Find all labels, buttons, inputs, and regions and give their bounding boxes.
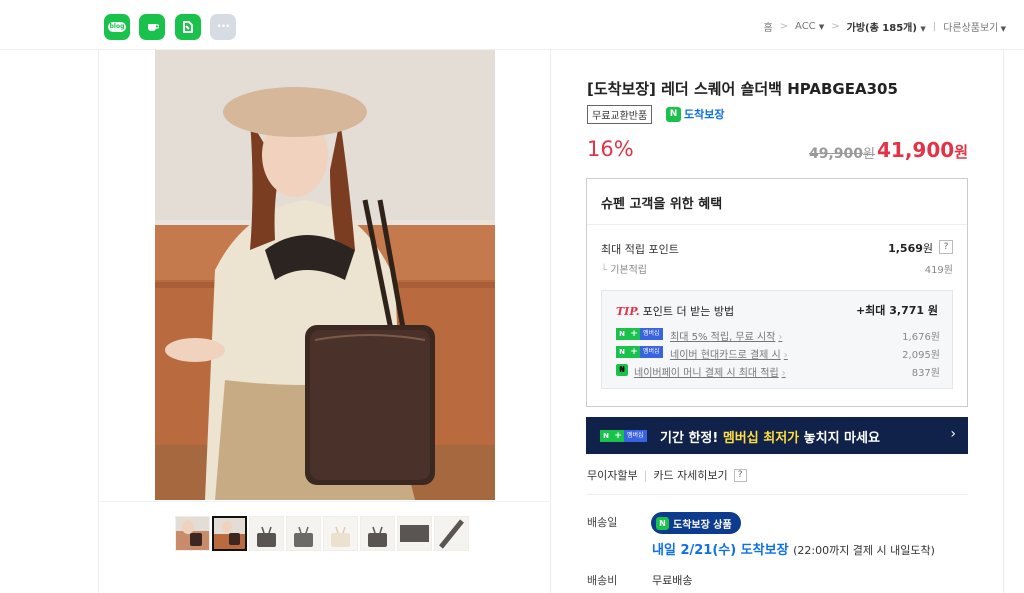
tip-amount: 1,676원: [902, 332, 940, 343]
thumbnail[interactable]: [397, 516, 432, 551]
section-divider: [586, 494, 968, 495]
tip-amount: 837원: [911, 368, 940, 379]
tip-amount: 2,095원: [902, 350, 940, 361]
main-product-image[interactable]: [155, 50, 495, 500]
breadcrumb-acc[interactable]: ACC ▼: [795, 21, 824, 32]
product-info: [도착보장] 레더 스퀘어 숄더백 HPABGEA305 무료교환반품 N 도착…: [551, 50, 1004, 593]
basic-points-value: 419원: [924, 265, 953, 276]
shipping-fee-value: 무료배송: [652, 574, 693, 587]
thumbnail[interactable]: [249, 516, 284, 551]
tip-row-hyundai-card[interactable]: N + 멤버십 네이버 현대카드로 결제 시 › 2,095원: [616, 346, 940, 361]
tip-box: TIP. 포인트 더 받는 방법 +최대 3,771 원 N + 멤버십 최대 5% …: [601, 290, 953, 389]
membership-badge: N + 멤버십: [616, 328, 663, 340]
tip-link[interactable]: 네이버 현대카드로 결제 시 ›: [670, 346, 788, 361]
tip-row-membership[interactable]: N + 멤버십 최대 5% 적립, 무료 시작 › 1,676원: [616, 328, 940, 343]
gallery-divider: [99, 501, 551, 502]
tip-title: TIP. 포인트 더 받는 방법: [616, 305, 735, 318]
divider: |: [643, 468, 648, 482]
more-share-icon[interactable]: •••: [210, 14, 236, 40]
blog-share-label: blog: [107, 22, 127, 32]
band-share-icon[interactable]: [175, 14, 201, 40]
product-title: [도착보장] 레더 스퀘어 숄더백 HPABGEA305: [587, 80, 898, 98]
payment-info: 무이자할부 | 카드 자세히보기 ?: [587, 467, 747, 483]
arrival-guarantee-pill: N 도착보장 상품: [651, 512, 741, 534]
other-products-link[interactable]: 다른상품보기 ▼: [943, 19, 1006, 34]
chevron-right-icon: ›: [781, 368, 786, 379]
membership-badge: N + 멤버십: [600, 429, 647, 442]
chevron-down-icon: ▼: [998, 25, 1006, 33]
thumbnail-strip: [175, 516, 469, 551]
chevron-down-icon: ▼: [818, 23, 825, 31]
benefit-divider: [587, 224, 967, 225]
product-gallery: [98, 50, 551, 593]
naver-n-icon: N: [666, 106, 681, 122]
tip-max-points: +최대 3,771 원: [855, 304, 938, 317]
thumbnail[interactable]: [323, 516, 358, 551]
basic-points-label: └ 기본적립: [601, 265, 648, 276]
tip-link[interactable]: 최대 5% 적립, 무료 시작 ›: [670, 328, 782, 343]
benefit-title: 슈펜 고객을 위한 혜택: [601, 197, 723, 212]
sale-price: 41,900원: [877, 138, 968, 162]
chevron-right-icon: ›: [778, 332, 783, 343]
discount-rate: 16%: [587, 137, 634, 161]
max-points-label: 최대 적립 포인트: [601, 243, 679, 256]
chevron-down-icon: ▼: [920, 25, 926, 33]
chevron-right-icon: ›: [783, 350, 788, 361]
membership-banner[interactable]: N + 멤버십 기간 한정! 멤버십 최저가 놓치지 마세요 ›: [586, 417, 968, 454]
blog-share-icon[interactable]: blog: [104, 14, 130, 40]
naverpay-icon: ₦: [616, 364, 628, 376]
thumbnail[interactable]: [434, 516, 469, 551]
tip-link[interactable]: 네이버페이 머니 결제 시 최대 적립 ›: [634, 364, 786, 379]
free-return-badge: 무료교환반품: [587, 105, 653, 124]
help-icon[interactable]: ?: [939, 240, 953, 254]
thumbnail-selected[interactable]: [212, 516, 247, 551]
shipping-date: 내일 2/21(수) 도착보장 (22:00까지 결제 시 내일도착): [652, 543, 935, 558]
breadcrumb-home[interactable]: 홈: [763, 19, 772, 34]
arrival-guarantee-badge: N 도착보장: [666, 106, 724, 122]
benefit-box: 슈펜 고객을 위한 혜택 최대 적립 포인트 1,569원 ? └ 기본적립 4…: [586, 178, 968, 407]
banner-text: 기간 한정! 멤버십 최저가 놓치지 마세요: [660, 431, 880, 446]
shipping-fee-label: 배송비: [587, 574, 618, 587]
more-share-label: •••: [216, 22, 231, 32]
chevron-right-icon: ›: [950, 426, 956, 442]
tip-row-naverpay[interactable]: ₦ 네이버페이 머니 결제 시 최대 적립 › 837원: [616, 364, 940, 379]
membership-badge: N + 멤버십: [616, 346, 663, 358]
breadcrumb-bag[interactable]: 가방(총 185개) ▼: [847, 19, 926, 34]
top-bar: blog ••• 홈 > ACC ▼ > 가방(총 185개) ▼ | 다른상품…: [0, 0, 1024, 50]
original-price: 49,900원: [809, 146, 875, 162]
thumbnail[interactable]: [286, 516, 321, 551]
thumbnail[interactable]: [175, 516, 210, 551]
shipping-date-label: 배송일: [587, 516, 618, 529]
cafe-share-icon[interactable]: [139, 14, 165, 40]
naver-n-icon: N: [656, 516, 669, 530]
breadcrumb: 홈 > ACC ▼ > 가방(총 185개) ▼ | 다른상품보기 ▼: [763, 19, 1006, 34]
help-icon[interactable]: ?: [733, 468, 747, 482]
installment-label: 무이자할부: [587, 469, 638, 482]
max-points-value: 1,569원: [888, 242, 933, 255]
breadcrumb-divider: |: [932, 21, 937, 32]
breadcrumb-separator: >: [831, 21, 840, 32]
card-detail-link[interactable]: 카드 자세히보기: [653, 467, 727, 483]
breadcrumb-separator: >: [779, 21, 789, 32]
thumbnail[interactable]: [360, 516, 395, 551]
